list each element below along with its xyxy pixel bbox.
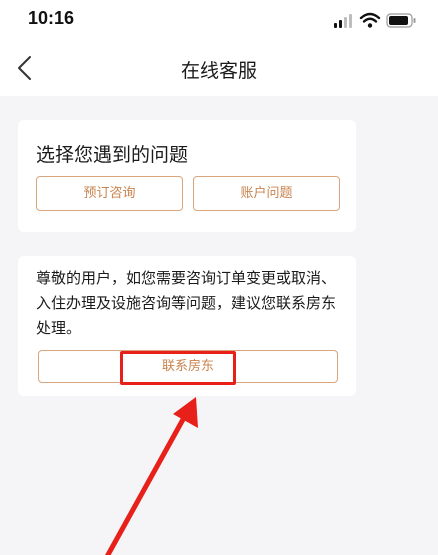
landlord-advice-message: 尊敬的用户，如您需要咨询订单变更或取消、入住办理及设施咨询等问题，建议您联系房东… — [36, 269, 337, 337]
nav-bar: 在线客服 — [0, 40, 438, 96]
contact-landlord-card: 尊敬的用户，如您需要咨询订单变更或取消、入住办理及设施咨询等问题，建议您联系房东… — [18, 256, 356, 396]
status-icons — [330, 11, 420, 29]
wifi-icon — [359, 12, 381, 28]
page-title: 在线客服 — [180, 60, 257, 82]
problem-card-title: 选择您遇到的问题 — [36, 144, 189, 166]
status-bar: 10:16 — [0, 0, 438, 40]
battery-icon — [386, 13, 416, 28]
booking-inquiry-button[interactable]: 预订咨询 — [36, 176, 183, 211]
status-time: 10:16 — [28, 8, 75, 28]
account-issue-button[interactable]: 账户问题 — [193, 176, 340, 211]
contact-landlord-button[interactable]: 联系房东 — [38, 350, 338, 383]
problem-selection-card: 选择您遇到的问题 预订咨询 账户问题 — [18, 120, 356, 232]
cellular-signal-icon — [334, 14, 352, 28]
